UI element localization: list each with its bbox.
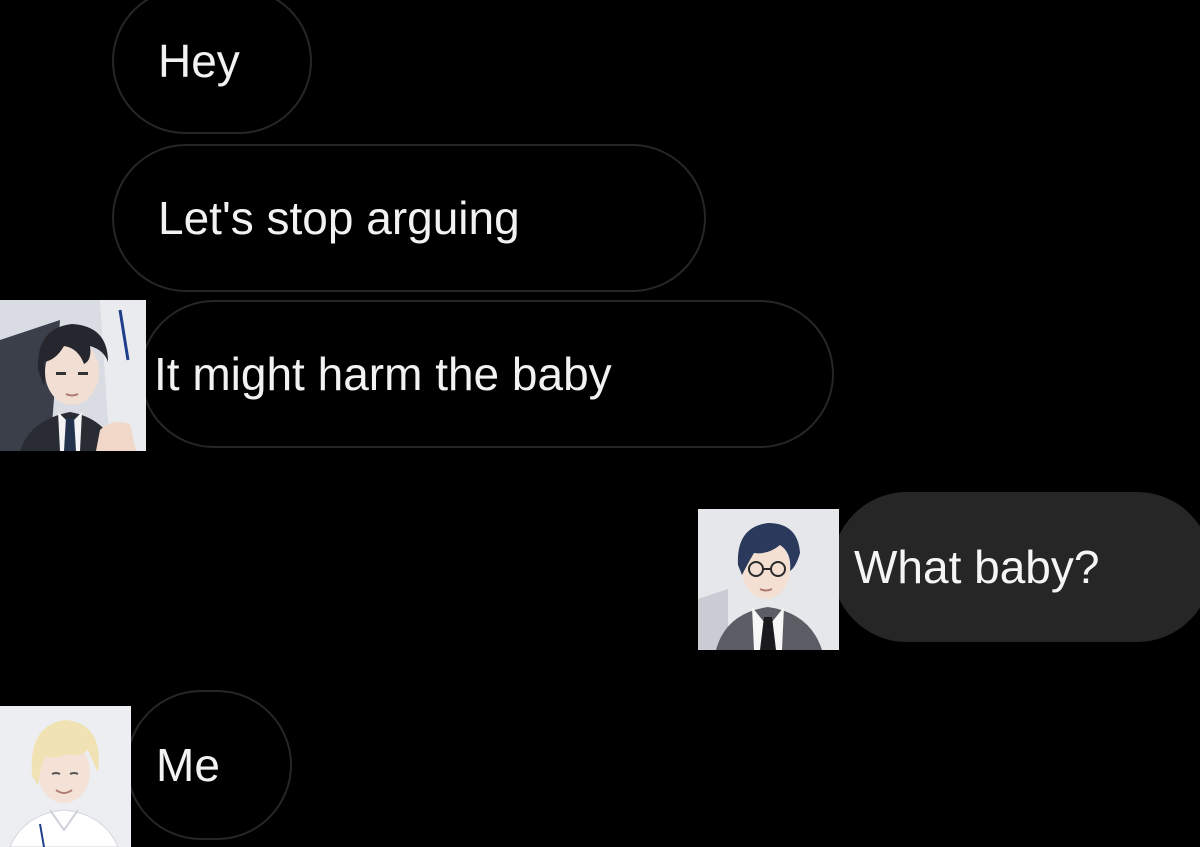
message-bubble-hey[interactable]: Hey <box>112 0 312 134</box>
glasses-man-avatar-image <box>698 509 839 650</box>
message-text: What baby? <box>854 541 1100 593</box>
message-text: Hey <box>158 35 240 87</box>
message-text: Let's stop arguing <box>158 192 520 244</box>
message-bubble-what-baby[interactable]: What baby? <box>832 492 1200 642</box>
message-bubble-harm-baby[interactable]: It might harm the baby <box>140 300 834 448</box>
message-text: It might harm the baby <box>154 348 612 400</box>
dark-haired-man-avatar-image <box>0 300 146 451</box>
message-bubble-me[interactable]: Me <box>126 690 292 840</box>
blond-man-avatar[interactable] <box>0 706 131 847</box>
dark-haired-man-avatar[interactable] <box>0 300 146 451</box>
message-text: Me <box>156 739 220 791</box>
glasses-man-avatar[interactable] <box>698 509 839 650</box>
message-bubble-stop-arguing[interactable]: Let's stop arguing <box>112 144 706 292</box>
blond-man-avatar-image <box>0 706 131 847</box>
